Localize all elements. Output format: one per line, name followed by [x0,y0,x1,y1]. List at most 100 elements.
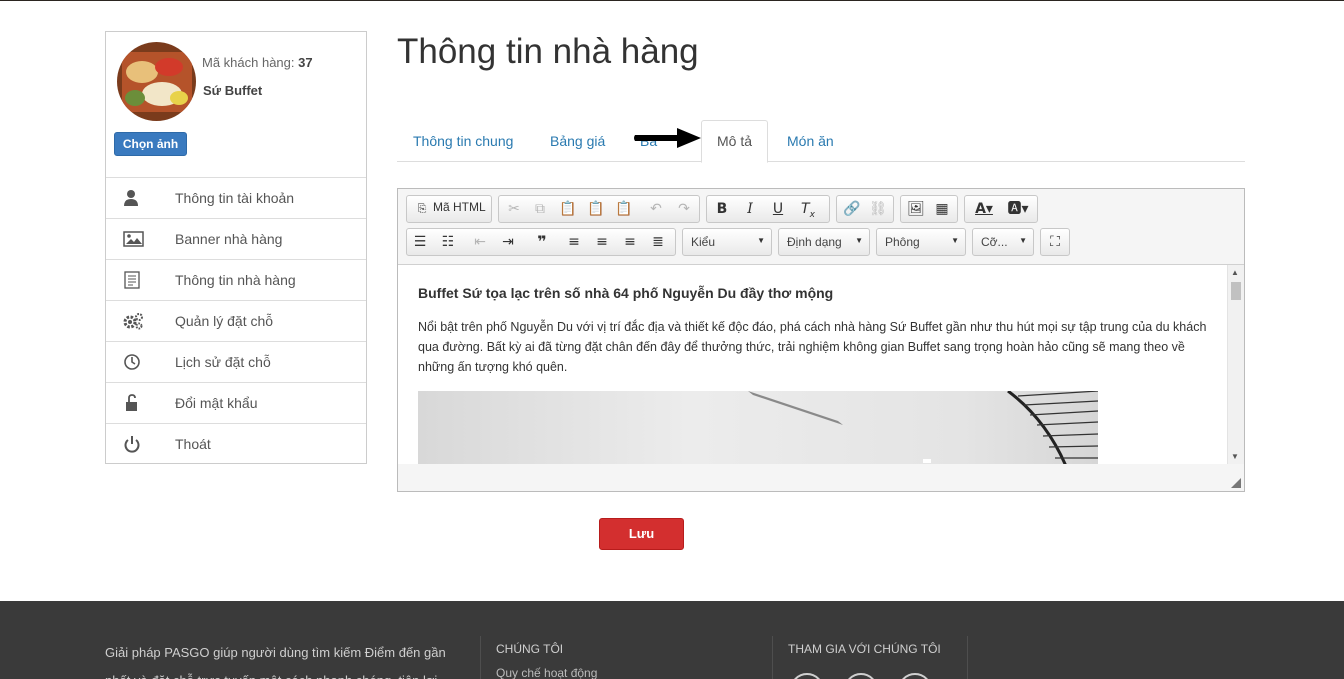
footer-divider [967,636,983,679]
content-image [418,391,1098,464]
image-insert-icon[interactable]: 🖼 [905,199,927,219]
outdent-icon[interactable]: ⇤ [469,232,491,252]
page-title: Thông tin nhà hàng [397,32,699,71]
bold-icon[interactable]: B [711,199,733,219]
blockquote-icon[interactable]: ❞ [531,232,553,252]
link-group: 🔗 ⛓ [836,195,894,223]
scroll-up-icon[interactable]: ▲ [1231,268,1239,277]
content-heading: Buffet Sứ tọa lạc trên số nhà 64 phố Ngu… [418,285,834,301]
unlink-icon[interactable]: ⛓ [867,199,889,219]
footer-heading: CHÚNG TÔI [496,642,564,656]
unlock-icon [123,394,143,412]
list-icon [123,271,143,289]
sidebar-item-booking-history[interactable]: Lịch sử đặt chỗ [106,341,366,382]
footer-column-about: CHÚNG TÔI Quy chế hoạt động [480,636,770,679]
insert-group: 🖼 ▦ [900,195,958,223]
source-group: ⎘ Mã HTML [406,195,492,223]
link-icon[interactable]: 🔗 [841,199,863,219]
paragraph-group: ☰ ☷ ⇤ ⇥ ❞ ≡ ≡ ≡ ≣ [406,228,676,256]
undo-icon[interactable]: ↶ [645,199,667,219]
sidebar-item-banner[interactable]: Banner nhà hàng [106,218,366,259]
scroll-thumb[interactable] [1231,282,1241,300]
sidebar-item-label: Quản lý đặt chỗ [175,313,274,329]
size-select-label: Cỡ... [981,235,1008,249]
sidebar-item-restaurant-info[interactable]: Thông tin nhà hàng [106,259,366,300]
paste-text-icon[interactable]: 📋 [585,199,607,219]
resize-grip-icon[interactable] [1231,478,1241,488]
font-select[interactable]: Phông ▼ [876,228,966,256]
clock-icon [123,353,143,371]
account-sidebar: Mã khách hàng: 37 Sứ Buffet Chọn ảnh Thô… [105,31,367,464]
content-paragraph: Nổi bật trên phố Nguyễn Du với vị trí đắ… [418,320,1207,374]
bg-color-icon[interactable]: 🅰▾ [1003,199,1033,219]
footer-column-join: THAM GIA VỚI CHÚNG TÔI [772,636,967,679]
chevron-down-icon: ▼ [757,236,765,245]
footer-heading: THAM GIA VỚI CHÚNG TÔI [788,642,941,656]
source-icon[interactable]: ⎘ [411,199,433,219]
remove-format-icon[interactable]: Tx [797,199,819,220]
color-group: A▾ 🅰▾ [964,195,1038,223]
user-icon [123,189,143,207]
tab-dishes[interactable]: Món ăn [787,120,834,162]
editor-content[interactable]: Buffet Sứ tọa lạc trên số nhà 64 phố Ngu… [398,264,1244,464]
avatar [117,42,196,121]
customer-code: Mã khách hàng: 37 [202,55,313,70]
restaurant-tabs: Thông tin chung Bảng giá Bả Mô tả Món ăn [397,120,1245,163]
chevron-down-icon: ▼ [951,236,959,245]
bulleted-list-icon[interactable]: ☷ [437,232,459,252]
content-scrollbar[interactable]: ▲ ▼ [1227,265,1244,464]
sidebar-item-account-info[interactable]: Thông tin tài khoản [106,177,366,218]
sidebar-item-label: Đổi mật khẩu [175,395,258,411]
style-select-label: Kiểu [691,235,716,249]
sidebar-item-logout[interactable]: Thoát [106,423,366,464]
font-select-label: Phông [885,235,920,249]
align-center-icon[interactable]: ≡ [591,232,613,252]
copy-icon[interactable]: ⧉ [529,199,551,219]
image-icon [123,230,144,248]
maximize-group: ⛶ [1040,228,1070,256]
sidebar-item-label: Thông tin nhà hàng [175,272,296,288]
format-select-label: Định dạng [787,235,842,249]
paste-word-icon[interactable]: 📋 [613,199,635,219]
save-button[interactable]: Lưu [599,518,684,550]
customer-code-value: 37 [298,55,313,70]
align-justify-icon[interactable]: ≣ [647,232,669,252]
paste-icon[interactable]: 📋 [557,199,579,219]
text-color-icon[interactable]: A▾ [969,199,999,219]
style-select[interactable]: Kiểu ▼ [682,228,772,256]
footer: Giải pháp PASGO giúp người dùng tìm kiếm… [0,601,1344,679]
customer-code-label: Mã khách hàng: [202,55,295,70]
scroll-down-icon[interactable]: ▼ [1231,452,1239,461]
cut-icon[interactable]: ✂ [503,199,525,219]
size-select[interactable]: Cỡ... ▼ [972,228,1034,256]
sidebar-item-change-password[interactable]: Đổi mật khẩu [106,382,366,423]
maximize-icon[interactable]: ⛶ [1044,232,1066,252]
underline-icon[interactable]: U [767,199,789,219]
top-strip [0,0,1344,1]
align-left-icon[interactable]: ≡ [563,232,585,252]
footer-description: Giải pháp PASGO giúp người dùng tìm kiếm… [105,645,446,679]
choose-image-button[interactable]: Chọn ảnh [114,132,187,156]
indent-icon[interactable]: ⇥ [497,232,519,252]
tab-general-info[interactable]: Thông tin chung [413,120,513,162]
sidebar-item-label: Thoát [175,436,211,452]
source-button[interactable]: Mã HTML [433,200,486,214]
numbered-list-icon[interactable]: ☰ [409,232,431,252]
gears-icon [123,312,143,330]
tab-description[interactable]: Mô tả [701,120,769,163]
rich-text-editor: ⎘ Mã HTML ✂ ⧉ 📋 📋 📋 ↶ ↷ B I U Tx 🔗 ⛓ 🖼 ▦… [397,188,1245,492]
arrow-pointer-icon [634,128,701,148]
table-icon[interactable]: ▦ [931,199,953,219]
profile-card: Mã khách hàng: 37 Sứ Buffet Chọn ảnh [106,32,366,177]
customer-name: Sứ Buffet [203,83,263,98]
clipboard-group: ✂ ⧉ 📋 📋 📋 ↶ ↷ [498,195,700,223]
redo-icon[interactable]: ↷ [673,199,695,219]
align-right-icon[interactable]: ≡ [619,232,641,252]
italic-icon[interactable]: I [739,199,761,219]
format-select[interactable]: Định dạng ▼ [778,228,870,256]
sidebar-item-label: Banner nhà hàng [175,231,283,247]
footer-link[interactable]: Quy chế hoạt động [496,666,770,679]
sidebar-item-label: Thông tin tài khoản [175,190,295,206]
sidebar-item-booking-management[interactable]: Quản lý đặt chỗ [106,300,366,341]
tab-price-list[interactable]: Bảng giá [550,120,605,162]
